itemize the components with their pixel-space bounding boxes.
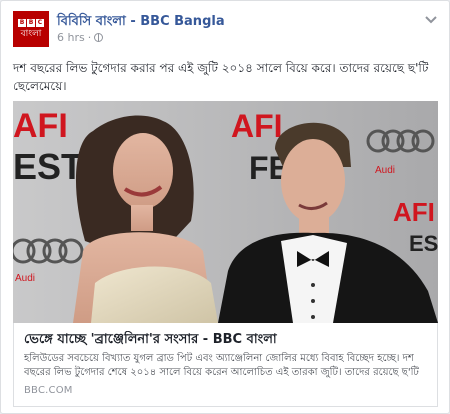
post-photo[interactable]: AFI EST Audi AFI FEST Audi AFI EST <box>13 101 438 323</box>
facebook-post-card: B B C বাংলা বিবিসি বাংলা - BBC Bangla 6 … <box>0 0 450 414</box>
chevron-down-icon[interactable] <box>425 13 437 27</box>
link-description: হলিউডের সবচেয়ে বিখ্যাত যুগল ব্রাড পিট এ… <box>24 353 419 378</box>
link-domain: BBC.COM <box>24 385 73 396</box>
backdrop-fest-left: EST <box>13 146 83 187</box>
bbc-logo: B B C <box>18 19 44 27</box>
link-preview[interactable]: ভেঙ্গে যাচ্ছে 'ব্রাঞ্জেলিনা'র সংসার - BB… <box>13 323 438 407</box>
avatar-bangla-text: বাংলা <box>20 29 42 39</box>
audi-label-right: Audi <box>375 165 395 176</box>
post-timestamp[interactable]: 6 hrs <box>57 31 85 44</box>
page-avatar[interactable]: B B C বাংলা <box>13 11 49 47</box>
post-header: B B C বাংলা বিবিসি বাংলা - BBC Bangla 6 … <box>13 11 437 51</box>
globe-icon[interactable] <box>94 33 104 42</box>
photo-illustration: AFI EST Audi AFI FEST Audi AFI EST <box>13 101 438 323</box>
meta-separator: · <box>87 31 92 44</box>
link-title[interactable]: ভেঙ্গে যাচ্ছে 'ব্রাঞ্জেলিনা'র সংসার - BB… <box>24 331 427 349</box>
backdrop-afi-right: AFI <box>231 108 283 144</box>
backdrop-fest-far-right: EST <box>409 231 438 256</box>
backdrop-afi-left: AFI <box>13 107 68 145</box>
post-message: দশ বছরের লিভ টুগেদার করার পর এই জুটি ২০১… <box>13 61 429 93</box>
audi-label-left: Audi <box>15 273 35 284</box>
post-meta: 6 hrs · <box>57 31 104 44</box>
backdrop-afi-far-right: AFI <box>393 197 435 227</box>
page-name-link[interactable]: বিবিসি বাংলা - BBC Bangla <box>57 12 225 33</box>
